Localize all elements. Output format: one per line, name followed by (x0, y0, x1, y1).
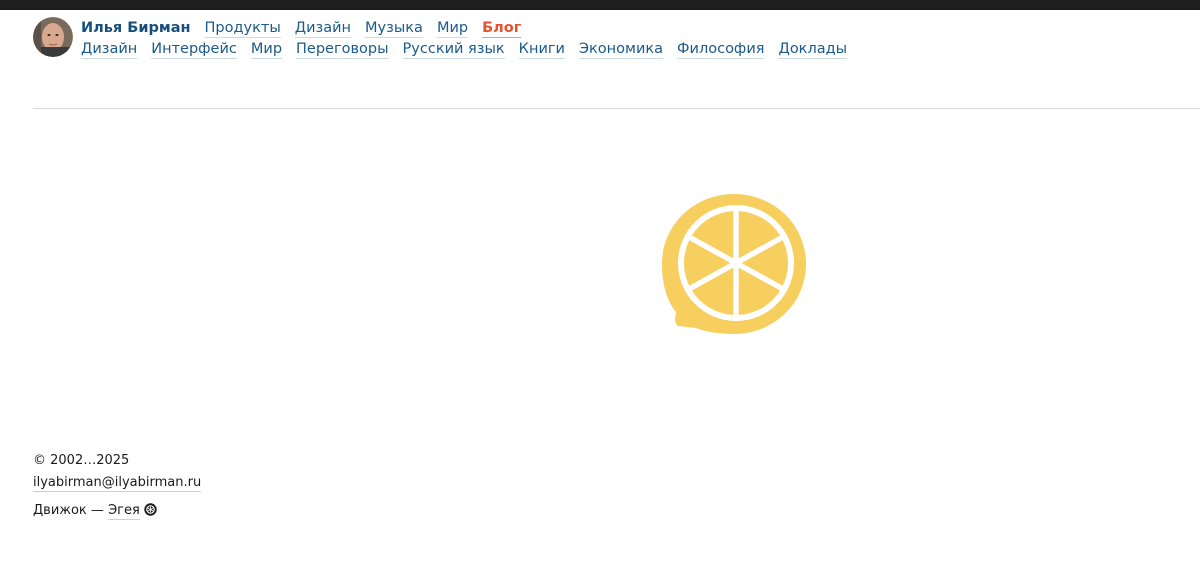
tag-interface[interactable]: Интерфейс (151, 40, 237, 59)
email-link[interactable]: ilyabirman@ilyabirman.ru (33, 475, 202, 492)
engine-link[interactable]: Эгея (108, 503, 140, 520)
tag-russian-language[interactable]: Русский язык (402, 40, 505, 59)
aegea-icon[interactable] (144, 503, 157, 516)
tag-design[interactable]: Дизайн (81, 40, 138, 59)
header-divider (33, 108, 1200, 109)
tag-world[interactable]: Мир (250, 40, 283, 59)
tag-economics[interactable]: Экономика (578, 40, 664, 59)
tag-books[interactable]: Книги (518, 40, 565, 59)
site-header: Илья Бирман Продукты Дизайн Музыка Мир Б… (33, 17, 1183, 67)
site-footer: © 2002…2025 ilyabirman@ilyabirman.ru Дви… (33, 452, 202, 520)
main-nav: Илья Бирман Продукты Дизайн Музыка Мир Б… (81, 19, 535, 38)
nav-world[interactable]: Мир (436, 19, 469, 38)
sub-nav: Дизайн Интерфейс Мир Переговоры Русский … (81, 40, 861, 59)
nav-blog-active[interactable]: Блог (482, 19, 522, 38)
top-bar (0, 0, 1200, 10)
lemon-icon (660, 192, 808, 338)
avatar[interactable] (33, 17, 73, 57)
tag-philosophy[interactable]: Философия (677, 40, 765, 59)
nav-design[interactable]: Дизайн (294, 19, 352, 38)
engine-prefix: Движок — (33, 503, 109, 518)
tag-negotiations[interactable]: Переговоры (296, 40, 389, 59)
nav-home-name[interactable]: Илья Бирман (81, 19, 191, 37)
tag-talks[interactable]: Доклады (778, 40, 848, 59)
email-line: ilyabirman@ilyabirman.ru (33, 474, 202, 492)
nav-products[interactable]: Продукты (204, 19, 281, 38)
engine-line: Движок — Эгея (33, 502, 201, 520)
copyright: © 2002…2025 (33, 453, 130, 468)
nav-music[interactable]: Музыка (365, 19, 423, 38)
